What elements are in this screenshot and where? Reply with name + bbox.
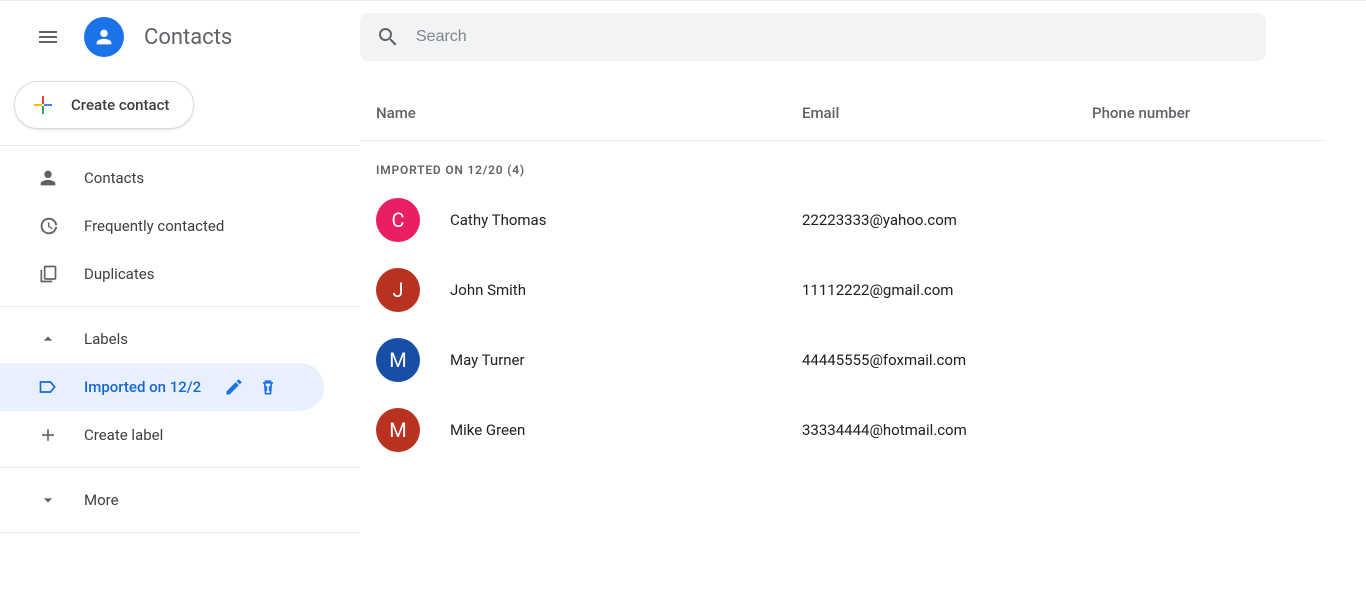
column-phone: Phone number [1092,104,1326,122]
sidebar-item-label: Frequently contacted [84,217,324,235]
sidebar-item-frequently-contacted[interactable]: Frequently contacted [0,202,324,250]
app-title: Contacts [144,25,232,50]
contact-email: 44445555@foxmail.com [802,351,1092,369]
search-icon [376,25,400,49]
chevron-down-icon [36,488,60,512]
plus-icon [31,93,55,117]
sidebar-item-duplicates[interactable]: Duplicates [0,250,324,298]
sidebar-label-imported[interactable]: Imported on 12/2 [0,363,324,411]
sidebar-item-label: Duplicates [84,265,324,283]
contact-row[interactable]: C Cathy Thomas22223333@yahoo.com [360,185,1326,255]
contact-row[interactable]: M Mike Green33334444@hotmail.com [360,395,1326,465]
edit-label-button[interactable] [224,377,244,397]
contact-row[interactable]: M May Turner44445555@foxmail.com [360,325,1326,395]
brand: Contacts [84,17,232,57]
column-email: Email [802,104,1092,122]
create-contact-button[interactable]: Create contact [14,81,194,129]
contact-name: John Smith [450,281,802,299]
chevron-up-icon [36,327,60,351]
create-contact-label: Create contact [71,96,169,114]
avatar: J [376,268,420,312]
divider [0,532,360,533]
contact-name: Mike Green [450,421,802,439]
plus-small-icon [36,423,60,447]
contact-name: Cathy Thomas [450,211,802,229]
sidebar-create-label[interactable]: Create label [0,411,324,459]
sidebar-labels-header[interactable]: Labels [0,315,324,363]
contact-email: 11112222@gmail.com [802,281,1092,299]
column-headers: Name Email Phone number [360,85,1326,141]
contacts-logo-icon [84,17,124,57]
sidebar-item-label: Create label [84,426,324,444]
pencil-icon [224,377,244,397]
trash-icon [258,377,278,397]
group-header: IMPORTED ON 12/20 (4) [360,141,1326,185]
search-input[interactable] [416,28,1250,46]
search-bar[interactable] [360,13,1266,61]
column-name: Name [376,104,802,122]
history-icon [36,214,60,238]
sidebar-item-label: Contacts [84,169,324,187]
contact-row[interactable]: J John Smith11112222@gmail.com [360,255,1326,325]
avatar: M [376,338,420,382]
sidebar-item-label: Imported on 12/2 [84,378,224,396]
sidebar-more[interactable]: More [0,476,324,524]
avatar: M [376,408,420,452]
avatar: C [376,198,420,242]
contact-name: May Turner [450,351,802,369]
menu-button[interactable] [24,13,72,61]
sidebar-item-label: Labels [84,330,324,348]
label-icon [36,375,60,399]
delete-label-button[interactable] [258,377,278,397]
sidebar-item-label: More [84,491,324,509]
contact-email: 22223333@yahoo.com [802,211,1092,229]
contact-email: 33334444@hotmail.com [802,421,1092,439]
hamburger-icon [36,25,60,49]
person-icon [36,166,60,190]
sidebar-item-contacts[interactable]: Contacts [0,154,324,202]
duplicates-icon [36,262,60,286]
label-actions [224,377,288,397]
